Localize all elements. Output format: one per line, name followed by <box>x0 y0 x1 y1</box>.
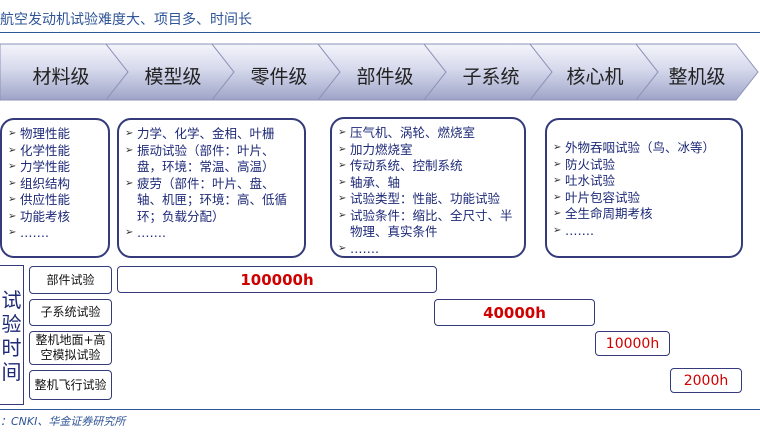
test-time-vertical-label: 试 验 时 间 <box>0 265 24 405</box>
list-item: 压气机、涡轮、燃烧室 <box>338 125 518 142</box>
page-title: 航空发动机试验难度大、项目多、时间长 <box>0 12 252 28</box>
list-item: 试验类型：性能、功能试验 <box>338 191 518 208</box>
list-item: 供应性能 <box>8 192 102 209</box>
test-duration-subsystem: 40000h <box>434 299 595 326</box>
list-item: 力学、化学、金相、叶栅 <box>125 126 298 143</box>
list-item: ……. <box>8 225 102 242</box>
bottom-divider <box>0 409 760 410</box>
top-divider <box>0 32 760 33</box>
list-item: 力学性能 <box>8 159 102 176</box>
list-item: 组织结构 <box>8 176 102 193</box>
stage-label-material: 材料级 <box>32 66 90 88</box>
list-item: 加力燃烧室 <box>338 142 518 159</box>
list-item: 叶片包容试验 <box>553 190 735 207</box>
stage-label-subsystem: 子系统 <box>462 66 520 88</box>
stage-label-model: 模型级 <box>144 66 202 88</box>
list-item: ……. <box>125 225 298 242</box>
test-duration-component: 100000h <box>117 266 437 293</box>
list-item: 防火试验 <box>553 157 735 174</box>
engine-items-box: 外物吞咽试验（鸟、冰等） 防火试验 吐水试验 叶片包容试验 全生命周期考核 ……… <box>545 118 743 258</box>
test-row-label-flight: 整机飞行试验 <box>29 370 112 400</box>
model-items-box: 力学、化学、金相、叶栅 振动试验（部件：叶片、盘，环境：常温、高温） 疲劳（部件… <box>117 118 306 258</box>
list-item: 全生命周期考核 <box>553 206 735 223</box>
test-time-char: 验 <box>1 312 22 336</box>
list-item: 振动试验（部件：叶片、盘，环境：常温、高温） <box>125 143 298 176</box>
stage-label-core: 核心机 <box>566 66 624 88</box>
test-duration-ground-altitude: 10000h <box>595 331 670 356</box>
component-items-box: 压气机、涡轮、燃烧室 加力燃烧室 传动系统、控制系统 轴承、轴 试验类型：性能、… <box>330 117 526 258</box>
list-item: ……. <box>553 223 735 240</box>
stage-label-part: 零件级 <box>250 66 308 88</box>
test-row-label-ground-altitude: 整机地面+高空模拟试验 <box>29 331 112 365</box>
test-duration-flight: 2000h <box>670 368 742 393</box>
test-time-char: 试 <box>1 288 22 312</box>
list-item: 物理性能 <box>8 126 102 143</box>
stage-label-component: 部件级 <box>356 66 414 88</box>
test-time-char: 间 <box>1 360 22 384</box>
list-item: 试验条件：缩比、全尺寸、半物理、真实条件 <box>338 208 518 241</box>
material-items-box: 物理性能 化学性能 力学性能 组织结构 供应性能 功能考核 ……. <box>0 118 110 258</box>
list-item: 疲劳（部件：叶片、盘、轴、机匣；环境：高、低循环；负载分配） <box>125 176 298 226</box>
test-row-label-component: 部件试验 <box>29 266 112 294</box>
list-item: 功能考核 <box>8 209 102 226</box>
list-item: 外物吞咽试验（鸟、冰等） <box>553 140 735 157</box>
list-item: 吐水试验 <box>553 173 735 190</box>
list-item: 化学性能 <box>8 143 102 160</box>
source-note: ：CNKI、华金证券研究所 <box>0 415 126 428</box>
test-row-label-subsystem: 子系统试验 <box>29 299 112 326</box>
list-item: 传动系统、控制系统 <box>338 158 518 175</box>
test-time-char: 时 <box>1 336 22 360</box>
list-item: 轴承、轴 <box>338 175 518 192</box>
list-item: ……. <box>338 241 518 258</box>
stage-label-engine: 整机级 <box>668 66 726 88</box>
